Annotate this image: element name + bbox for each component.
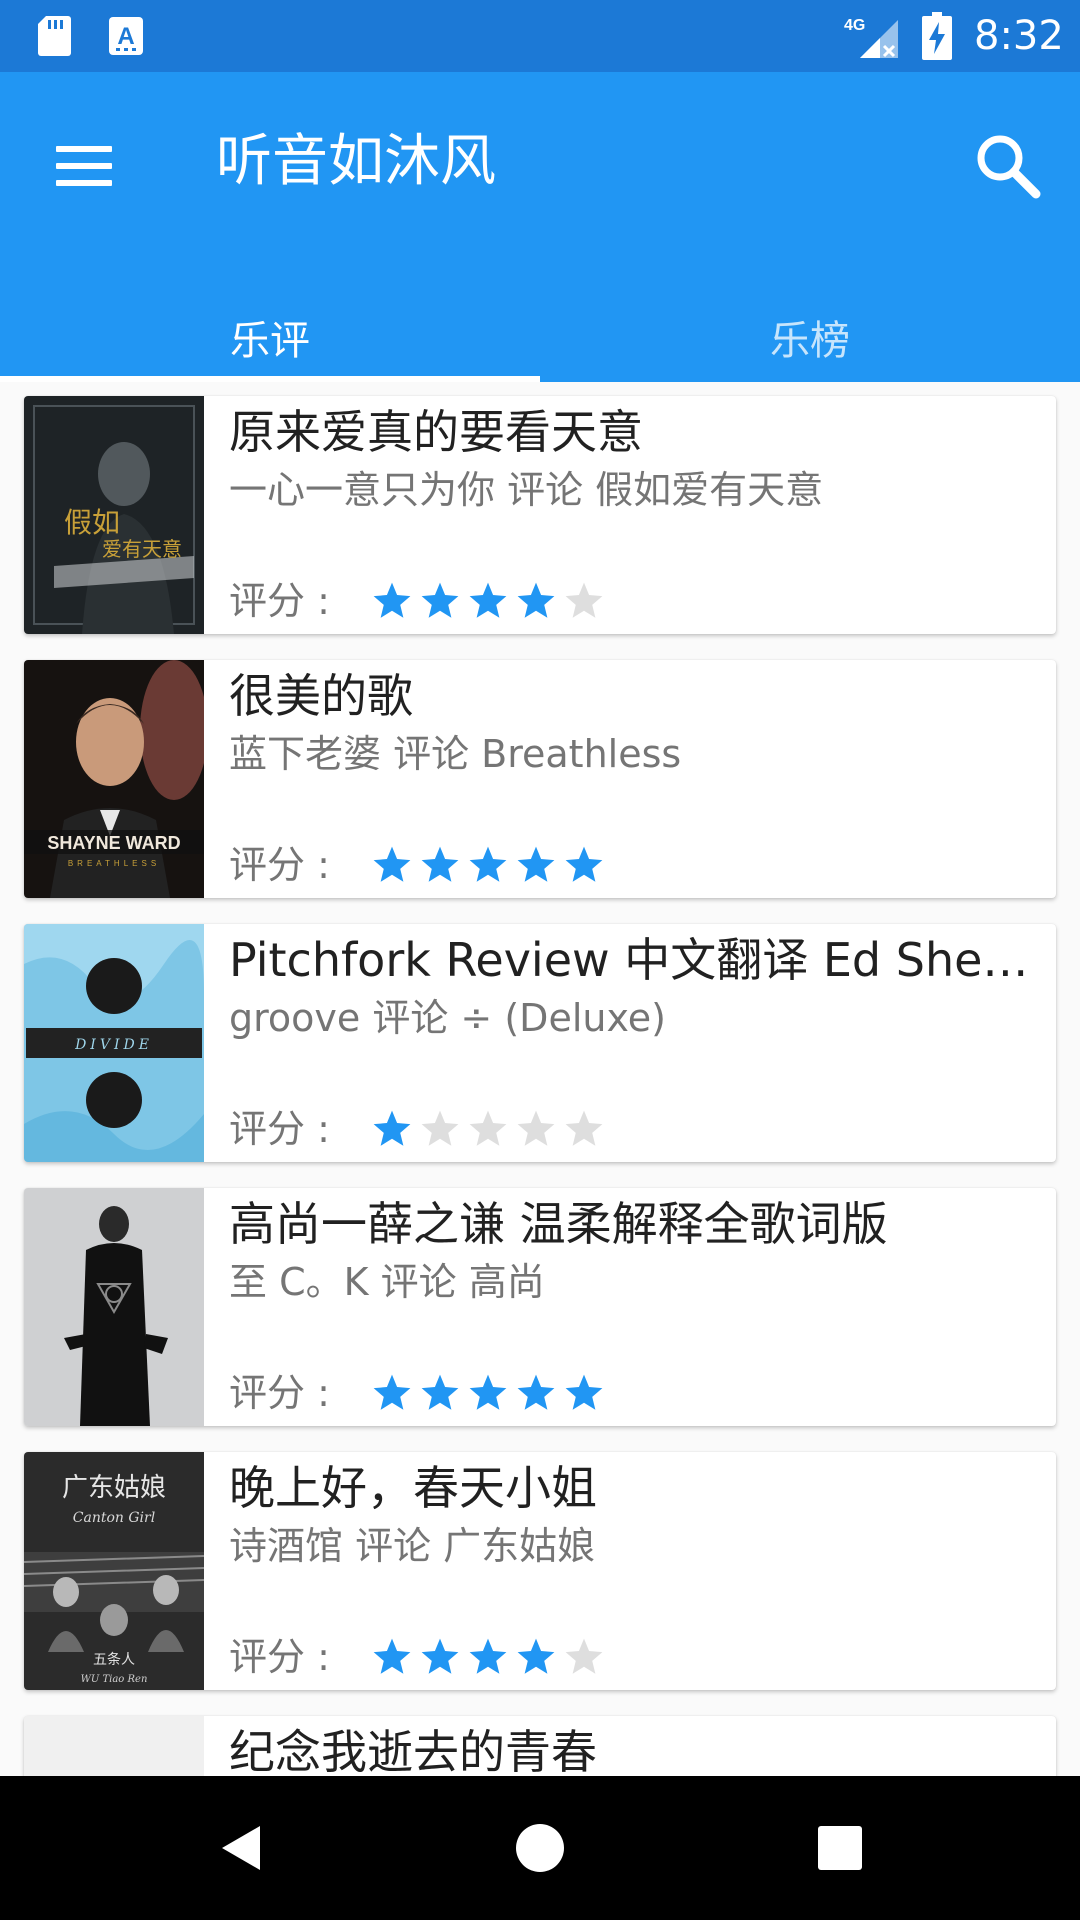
- app-title: 听音如沐风: [216, 129, 496, 194]
- status-bar: A 4G 8:32: [0, 0, 1080, 72]
- album-cover: 假如 爱有天意: [24, 396, 204, 634]
- review-list[interactable]: 假如 爱有天意 原来爱真的要看天意 一心一意只为你 评论 假如爱有天意 评分 :…: [0, 382, 1080, 1776]
- rating-row: 评分 :: [229, 574, 729, 628]
- star-rating: [371, 1108, 611, 1152]
- rating-label: 评分 :: [229, 843, 330, 887]
- rating-row: 评分 :: [229, 1366, 729, 1420]
- svg-text:SHAYNE WARD: SHAYNE WARD: [47, 833, 180, 853]
- tab-charts[interactable]: 乐榜: [540, 300, 1080, 382]
- album-cover: 广东姑娘 Canton Girl 五条人 WU Tiao Ren: [24, 1452, 204, 1690]
- sd-card-icon: [38, 16, 71, 56]
- search-button[interactable]: [966, 124, 1050, 208]
- review-title: 原来爱真的要看天意: [229, 405, 643, 459]
- review-card[interactable]: 高尚一薛之谦 温柔解释全歌词版 至 C。K 评论 高尚 评分 :: [24, 1188, 1056, 1426]
- album-cover: [24, 1188, 204, 1426]
- star-filled-icon: [421, 1638, 459, 1674]
- star-filled-icon: [469, 1374, 507, 1410]
- star-filled-icon: [517, 846, 555, 882]
- star-rating: [371, 580, 611, 624]
- star-empty-icon: [517, 1110, 555, 1146]
- star-rating: [371, 1372, 611, 1416]
- back-icon[interactable]: [208, 1812, 280, 1884]
- battery-charging-icon: [922, 12, 952, 60]
- rating-row: 评分 :: [229, 1102, 729, 1156]
- review-card[interactable]: 纪念我逝去的青春: [24, 1716, 1056, 1776]
- navigation-bar: [0, 1776, 1080, 1920]
- recents-icon[interactable]: [810, 1812, 870, 1884]
- svg-text:广东姑娘: 广东姑娘: [62, 1473, 166, 1503]
- svg-text:4G: 4G: [844, 17, 865, 34]
- rating-row: 评分 :: [229, 1630, 729, 1684]
- star-filled-icon: [373, 582, 411, 618]
- search-icon: [977, 135, 1041, 199]
- star-filled-icon: [373, 846, 411, 882]
- rating-label: 评分 :: [229, 1371, 330, 1415]
- star-filled-icon: [373, 1638, 411, 1674]
- album-cover: DIVIDE: [24, 924, 204, 1162]
- review-subtitle: 一心一意只为你 评论 假如爱有天意: [229, 468, 824, 512]
- review-title: 高尚一薛之谦 温柔解释全歌词版: [229, 1197, 888, 1251]
- review-subtitle: 至 C。K 评论 高尚: [229, 1260, 545, 1304]
- star-filled-icon: [469, 846, 507, 882]
- star-empty-icon: [469, 1110, 507, 1146]
- svg-text:BREATHLESS: BREATHLESS: [68, 859, 160, 868]
- rating-label: 评分 :: [229, 1635, 330, 1679]
- star-filled-icon: [517, 1638, 555, 1674]
- review-subtitle: 蓝下老婆 评论 Breathless: [229, 732, 682, 776]
- review-title: 晚上好，春天小姐: [229, 1461, 597, 1515]
- svg-text:五条人: 五条人: [93, 1651, 135, 1668]
- star-filled-icon: [373, 1110, 411, 1146]
- star-filled-icon: [517, 582, 555, 618]
- star-filled-icon: [421, 582, 459, 618]
- review-card[interactable]: 假如 爱有天意 原来爱真的要看天意 一心一意只为你 评论 假如爱有天意 评分 :: [24, 396, 1056, 634]
- tab-reviews[interactable]: 乐评: [0, 300, 540, 382]
- star-filled-icon: [421, 1374, 459, 1410]
- star-rating: [371, 844, 611, 888]
- svg-text:WU Tiao Ren: WU Tiao Ren: [81, 1674, 148, 1685]
- svg-text:A: A: [117, 23, 134, 50]
- tab-bar: 乐评 乐榜: [0, 300, 1080, 382]
- star-filled-icon: [565, 1374, 603, 1410]
- review-subtitle: 诗酒馆 评论 广东姑娘: [229, 1524, 596, 1568]
- review-title: Pitchfork Review 中文翻译 Ed Sheer...: [229, 933, 1039, 987]
- album-cover: [24, 1716, 204, 1776]
- star-filled-icon: [421, 846, 459, 882]
- rating-row: 评分 :: [229, 838, 729, 892]
- menu-button[interactable]: [42, 126, 122, 206]
- star-filled-icon: [565, 846, 603, 882]
- review-card[interactable]: 广东姑娘 Canton Girl 五条人 WU Tiao Ren 晚上好，春天小…: [24, 1452, 1056, 1690]
- svg-text:DIVIDE: DIVIDE: [74, 1037, 153, 1053]
- review-subtitle: groove 评论 ÷ (Deluxe): [229, 996, 666, 1040]
- star-empty-icon: [421, 1110, 459, 1146]
- star-filled-icon: [469, 1638, 507, 1674]
- review-title: 很美的歌: [229, 669, 413, 723]
- rating-label: 评分 :: [229, 1107, 330, 1151]
- clock: 8:32: [974, 13, 1064, 59]
- star-rating: [371, 1636, 611, 1680]
- album-cover: SHAYNE WARD BREATHLESS: [24, 660, 204, 898]
- signal-4g-icon: 4G: [844, 17, 898, 58]
- home-icon[interactable]: [514, 1812, 566, 1884]
- svg-text:爱有天意: 爱有天意: [102, 537, 182, 561]
- review-card[interactable]: SHAYNE WARD BREATHLESS 很美的歌 蓝下老婆 评论 Brea…: [24, 660, 1056, 898]
- star-empty-icon: [565, 582, 603, 618]
- review-card[interactable]: DIVIDE Pitchfork Review 中文翻译 Ed Sheer...…: [24, 924, 1056, 1162]
- review-title: 纪念我逝去的青春: [229, 1725, 597, 1776]
- ime-a-icon: A: [109, 17, 143, 55]
- star-empty-icon: [565, 1638, 603, 1674]
- star-filled-icon: [373, 1374, 411, 1410]
- star-empty-icon: [565, 1110, 603, 1146]
- star-filled-icon: [469, 582, 507, 618]
- svg-text:Canton Girl: Canton Girl: [73, 1510, 155, 1526]
- svg-text:假如: 假如: [64, 506, 120, 539]
- app-bar: 听音如沐风 乐评 乐榜: [0, 72, 1080, 382]
- star-filled-icon: [517, 1374, 555, 1410]
- rating-label: 评分 :: [229, 579, 330, 623]
